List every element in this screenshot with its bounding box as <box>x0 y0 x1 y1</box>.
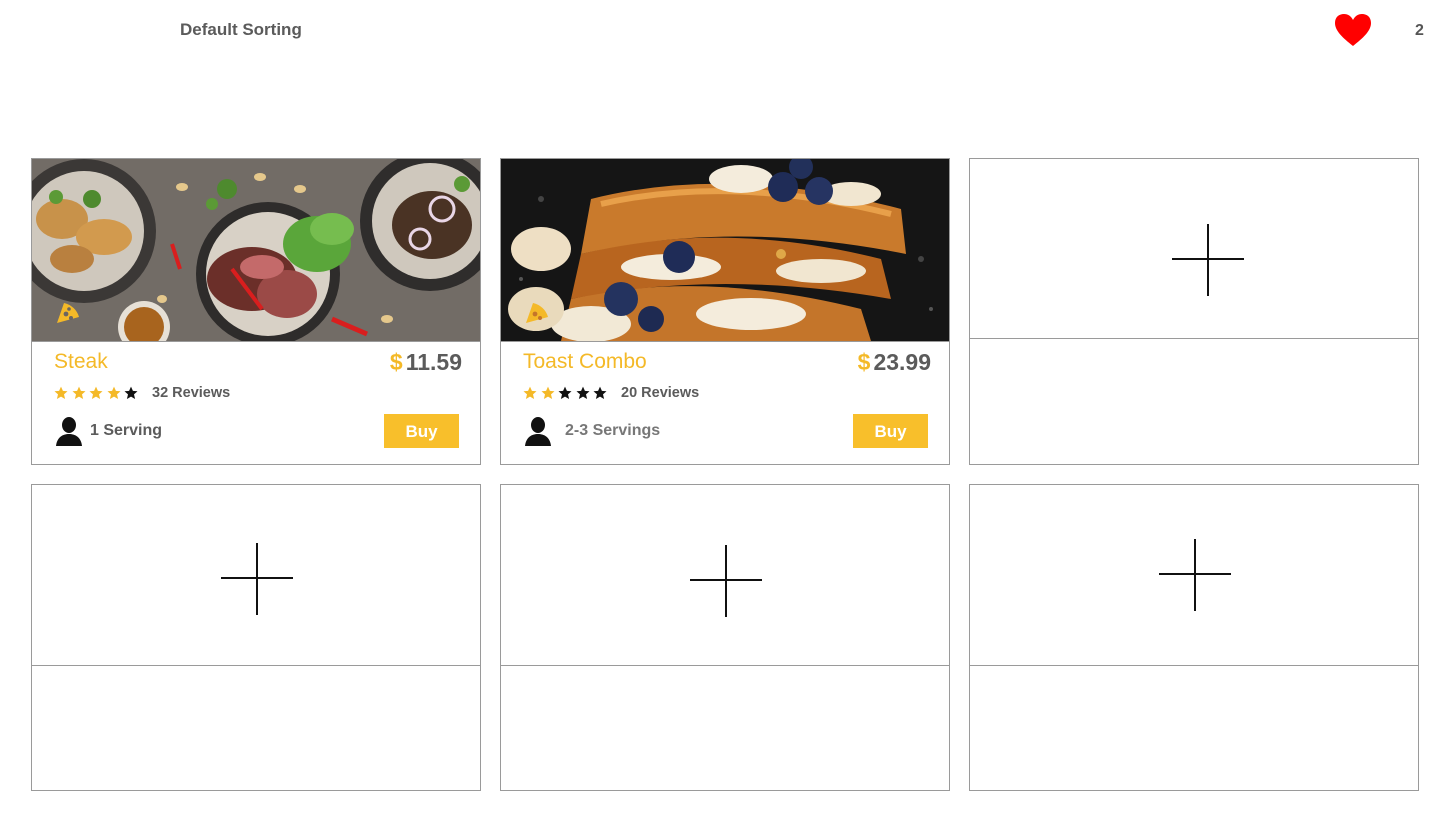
price-value: 23.99 <box>873 349 931 375</box>
plus-icon[interactable] <box>690 545 762 617</box>
servings-label: 2-3 Servings <box>565 422 661 439</box>
toast-combo-photo <box>501 159 949 341</box>
star-empty-icon <box>124 386 138 399</box>
person-icon <box>525 417 551 446</box>
default-sorting-dropdown[interactable]: Default Sorting <box>180 20 302 40</box>
product-card-toast-combo[interactable]: Toast Combo $23.99 20 Reviews 2-3 Servin… <box>500 158 950 465</box>
product-name[interactable]: Steak <box>54 350 108 374</box>
servings-label: 1 Serving <box>90 422 163 439</box>
steak-photo <box>32 159 480 341</box>
plus-icon[interactable] <box>221 543 293 615</box>
add-product-slot[interactable] <box>31 484 481 791</box>
star-filled-icon <box>107 386 120 399</box>
add-product-slot[interactable] <box>500 484 950 791</box>
heart-icon[interactable] <box>1334 13 1372 47</box>
star-empty-icon <box>558 386 572 399</box>
star-filled-icon <box>89 386 103 399</box>
plus-icon[interactable] <box>1172 224 1244 296</box>
star-empty-icon <box>576 386 589 399</box>
star-filled-icon <box>523 386 537 399</box>
star-filled-icon <box>541 386 554 399</box>
add-product-slot[interactable] <box>969 484 1419 791</box>
product-name[interactable]: Toast Combo <box>523 350 647 374</box>
favorites-count: 2 <box>1415 22 1424 39</box>
pizza-slice-icon <box>57 303 79 323</box>
reviews-count[interactable]: 20 Reviews <box>621 385 699 401</box>
person-icon <box>56 417 82 446</box>
price-value: 11.59 <box>405 349 462 375</box>
product-card-steak[interactable]: Steak $11.59 32 Reviews 1 Serving Buy <box>31 158 481 465</box>
plus-icon[interactable] <box>1159 539 1231 611</box>
buy-button[interactable]: Buy <box>853 414 928 448</box>
star-filled-icon <box>54 386 68 399</box>
pizza-slice-icon <box>526 303 548 323</box>
buy-button[interactable]: Buy <box>384 414 459 448</box>
star-empty-icon <box>593 386 607 399</box>
star-filled-icon <box>72 386 85 399</box>
add-product-slot[interactable] <box>969 158 1419 465</box>
reviews-count[interactable]: 32 Reviews <box>152 385 230 401</box>
product-price: $11.59 <box>390 349 462 376</box>
product-price: $23.99 <box>858 349 931 376</box>
currency-symbol: $ <box>857 349 871 375</box>
rating-stars <box>54 386 142 400</box>
rating-stars <box>523 386 611 400</box>
currency-symbol: $ <box>389 349 403 375</box>
